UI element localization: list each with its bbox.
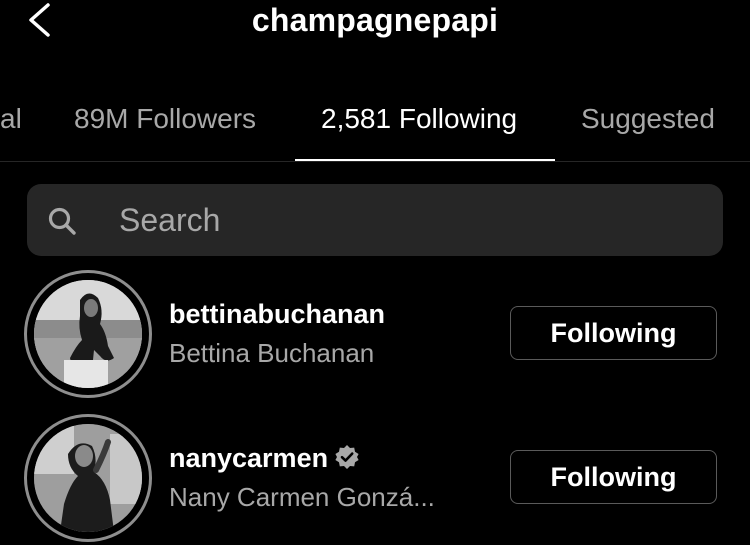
avatar-ring (24, 414, 152, 542)
full-name: Nany Carmen Gonzá... (169, 482, 435, 512)
verified-badge-icon (335, 445, 359, 469)
tab-suggested[interactable]: Suggested (581, 103, 715, 135)
follow-tabs: al 89M Followers 2,581 Following Suggest… (0, 95, 750, 162)
search-icon (48, 207, 76, 235)
username[interactable]: nanycarmen (169, 443, 360, 474)
username[interactable]: bettinabuchanan (169, 299, 385, 330)
username-text: nanycarmen (169, 443, 329, 473)
active-tab-indicator (295, 159, 555, 161)
full-name: Bettina Buchanan (169, 338, 375, 368)
tab-followers[interactable]: 89M Followers (74, 103, 256, 135)
avatar[interactable] (34, 280, 142, 388)
list-item[interactable]: bettinabuchanan Bettina Buchanan Followi… (0, 270, 750, 400)
tab-following[interactable]: 2,581 Following (321, 103, 517, 135)
following-button[interactable]: Following (510, 450, 717, 504)
following-button[interactable]: Following (510, 306, 717, 360)
search-bar[interactable] (27, 184, 723, 256)
avatar[interactable] (34, 424, 142, 532)
tab-all-partial[interactable]: al (0, 103, 22, 135)
search-input[interactable] (119, 198, 699, 242)
top-bar: champagnepapi (0, 0, 750, 48)
page-title: champagnepapi (251, 2, 499, 38)
avatar-ring (24, 270, 152, 398)
list-item[interactable]: nanycarmen Nany Carmen Gonzá... Followin… (0, 414, 750, 544)
